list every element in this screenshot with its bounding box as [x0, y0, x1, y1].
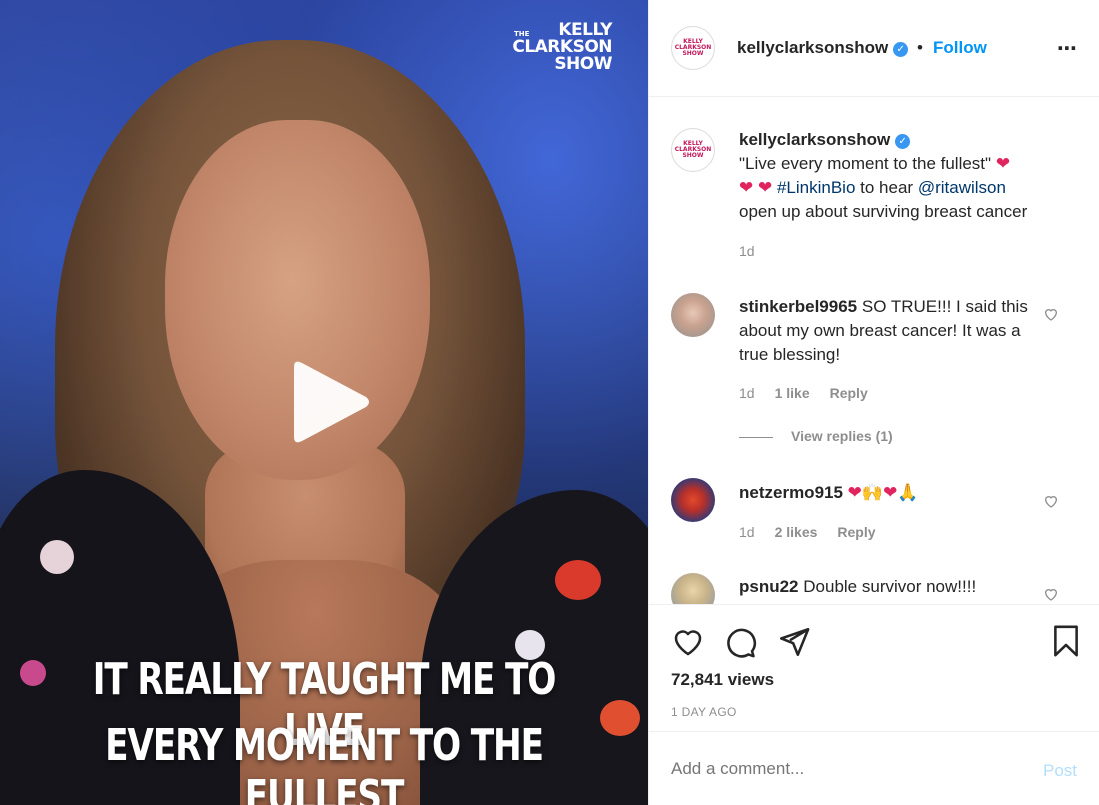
- comment-like-icon[interactable]: [1043, 586, 1059, 602]
- comment-item: psnu22 Double survivor now!!!!: [739, 575, 1049, 599]
- caption-text: open up about surviving breast cancer: [739, 202, 1028, 221]
- heart-emoji-icon: ❤: [757, 178, 773, 197]
- comment-like-icon[interactable]: [1043, 306, 1059, 322]
- comment-username[interactable]: netzermo915: [739, 483, 843, 502]
- profile-avatar[interactable]: KELLY CLARKSON SHOW: [671, 26, 715, 70]
- avatar-logo-line3: SHOW: [682, 152, 704, 159]
- post-timestamp: 1 DAY AGO: [671, 705, 737, 719]
- video-caption-line2: EVERY MOMENT TO THE FULLEST: [105, 720, 544, 805]
- comment-like-icon[interactable]: [1043, 493, 1059, 509]
- post-details-panel: KELLY CLARKSON SHOW kellyclarksonshow ✓ •…: [648, 0, 1099, 805]
- comment-item: stinkerbel9965 SO TRUE!!! I said this ab…: [739, 295, 1049, 367]
- play-icon[interactable]: [286, 357, 376, 447]
- comments-list[interactable]: KELLY CLARKSON SHOW kellyclarksonshow ✓ "…: [649, 98, 1099, 604]
- header-username[interactable]: kellyclarksonshow ✓: [737, 38, 909, 58]
- hashtag-link[interactable]: #LinkinBio: [777, 178, 855, 197]
- view-replies-button[interactable]: View replies (1): [739, 428, 893, 444]
- caption-username[interactable]: kellyclarksonshow: [739, 130, 890, 149]
- reply-button[interactable]: Reply: [837, 524, 875, 540]
- comment-username[interactable]: psnu22: [739, 577, 799, 596]
- share-send-icon[interactable]: [777, 625, 811, 659]
- comment-likes[interactable]: 1 like: [775, 385, 810, 401]
- comment-time: 1d: [739, 524, 755, 540]
- verified-icon: ✓: [895, 134, 911, 149]
- comment-likes[interactable]: 2 likes: [775, 524, 818, 540]
- follow-button[interactable]: Follow: [933, 38, 987, 58]
- caption-text: to hear: [860, 178, 914, 197]
- show-logo: THE KELLY CLARKSON SHOW: [512, 22, 612, 73]
- show-logo-the: THE: [514, 30, 530, 38]
- post-comment-button[interactable]: Post: [1043, 761, 1077, 781]
- view-count[interactable]: 72,841 views: [671, 670, 774, 690]
- more-options-icon[interactable]: ⋯: [1057, 36, 1078, 61]
- comment-time: 1d: [739, 385, 755, 401]
- replies-divider: [739, 436, 773, 438]
- post-video[interactable]: THE KELLY CLARKSON SHOW IT REALLY TAUGHT…: [0, 0, 648, 805]
- blouse-flower: [600, 700, 640, 736]
- post-caption: kellyclarksonshow ✓ "Live every moment to…: [739, 128, 1069, 224]
- comment-text: Double survivor now!!!!: [803, 577, 977, 596]
- like-heart-icon[interactable]: [671, 625, 705, 659]
- separator-dot: •: [917, 38, 923, 57]
- verified-icon: ✓: [893, 42, 909, 57]
- avatar-logo-line3: SHOW: [682, 50, 704, 57]
- comment-username[interactable]: stinkerbel9965: [739, 297, 857, 316]
- post-header: KELLY CLARKSON SHOW kellyclarksonshow ✓ •…: [649, 0, 1099, 97]
- heart-emoji-icon: ❤: [995, 154, 1011, 173]
- show-logo-line3: SHOW: [554, 54, 612, 74]
- header-username-text[interactable]: kellyclarksonshow: [737, 38, 888, 57]
- bookmark-icon[interactable]: [1049, 623, 1083, 659]
- mention-link[interactable]: @ritawilson: [918, 178, 1006, 197]
- comment-item: netzermo915 ❤🙌❤🙏: [739, 481, 1049, 505]
- comment-emoji-text: ❤🙌❤🙏: [847, 483, 919, 502]
- commenter-avatar[interactable]: [671, 478, 715, 522]
- caption-quote: "Live every moment to the fullest": [739, 154, 992, 173]
- commenter-avatar[interactable]: [671, 293, 715, 337]
- post-actions: 72,841 views 1 DAY AGO: [649, 604, 1099, 732]
- blouse-flower: [555, 560, 601, 600]
- add-comment-input[interactable]: [671, 759, 1001, 779]
- heart-emoji-icon: ❤: [739, 178, 754, 197]
- blouse-flower: [40, 540, 74, 574]
- reply-button[interactable]: Reply: [830, 385, 868, 401]
- add-comment-bar: Post: [649, 733, 1099, 805]
- blouse-flower: [20, 660, 46, 686]
- caption-avatar[interactable]: KELLY CLARKSON SHOW: [671, 128, 715, 172]
- comment-bubble-icon[interactable]: [723, 625, 757, 659]
- commenter-avatar[interactable]: [671, 573, 715, 604]
- caption-time: 1d: [739, 243, 755, 259]
- comment-meta: 1d 2 likes Reply: [739, 524, 876, 540]
- view-replies-label[interactable]: View replies (1): [791, 428, 893, 444]
- comment-meta: 1d 1 like Reply: [739, 385, 868, 401]
